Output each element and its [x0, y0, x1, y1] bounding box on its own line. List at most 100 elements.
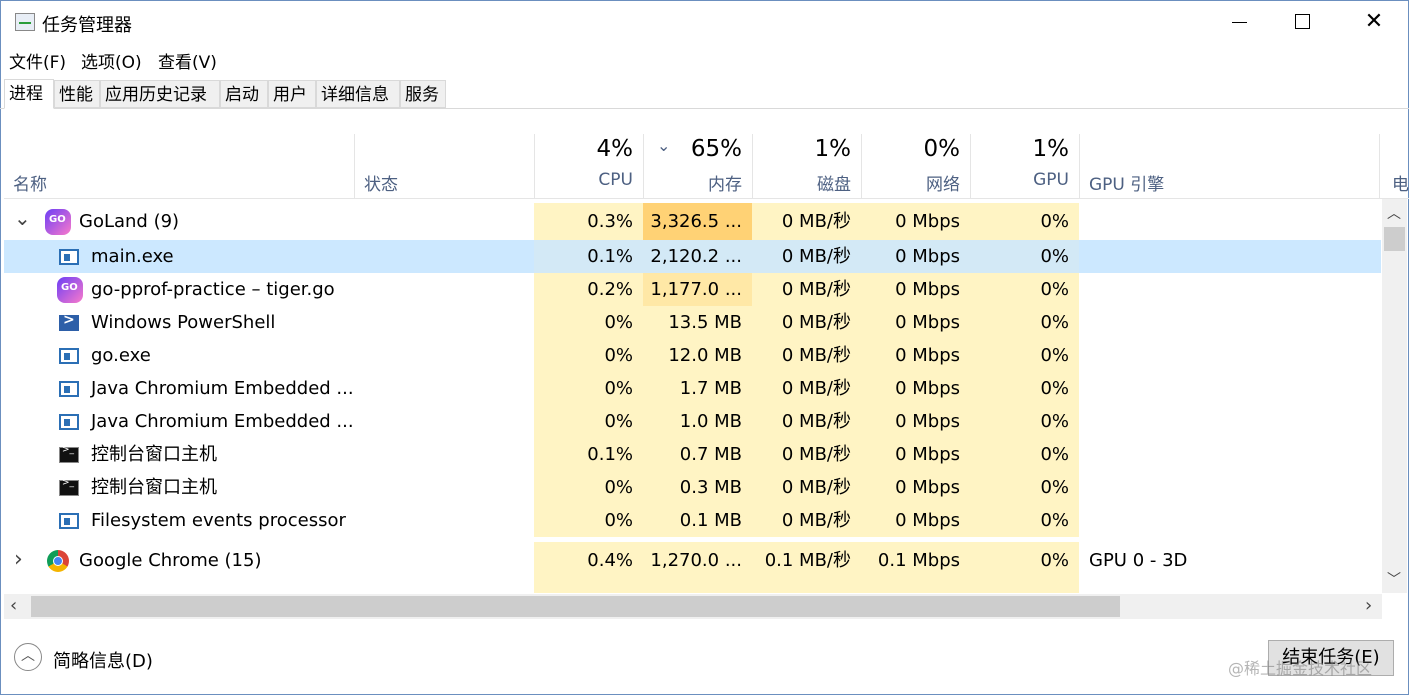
menu-view[interactable]: 查看(V)	[158, 48, 217, 73]
minimize-button[interactable]	[1212, 0, 1268, 44]
col-separator	[1379, 134, 1380, 198]
task-manager-icon	[15, 13, 35, 31]
app-window-icon	[59, 513, 79, 529]
app-window-icon	[59, 381, 79, 397]
table-row[interactable]: 0%0.3 MB0 MB/秒0 Mbps0%控制台窗口主机	[4, 471, 1381, 504]
tab-services[interactable]: 服务	[400, 80, 446, 108]
chevron-down-icon[interactable]: ⌄	[14, 203, 31, 234]
column-header-disk[interactable]: 磁盘	[752, 170, 851, 195]
disk-cell: 0 MB/秒	[752, 339, 861, 372]
disk-cell: 0 MB/秒	[752, 203, 861, 240]
mem-cell: 1.7 MB	[643, 372, 752, 405]
mem-cell: 1,270.0 ...	[643, 542, 752, 579]
process-group-row[interactable]: 0.4% 1,270.0 ... 0.1 MB/秒 0.1 Mbps 0% GPU 0 -…	[4, 542, 1381, 579]
tab-startup[interactable]: 启动	[220, 80, 268, 108]
column-header-gpu-engine[interactable]: GPU 引擎	[1089, 170, 1164, 195]
table-row[interactable]	[4, 579, 1381, 593]
tab-app-history[interactable]: 应用历史记录	[100, 80, 220, 108]
close-button[interactable]: ✕	[1346, 0, 1402, 44]
gpu-cell: 0%	[970, 306, 1079, 339]
disk-cell: 0.1 MB/秒	[752, 542, 861, 579]
net-cell: 0 Mbps	[861, 306, 970, 339]
disk-cell: 0 MB/秒	[752, 240, 861, 273]
cpu-cell: 0%	[534, 504, 643, 537]
network-total-percent[interactable]: 0%	[861, 136, 961, 162]
cpu-cell: 0%	[534, 471, 643, 504]
horizontal-scrollbar[interactable]: ‹ ›	[4, 594, 1382, 619]
process-name: Java Chromium Embedded ...	[91, 411, 354, 432]
tab-processes[interactable]: 进程	[4, 79, 54, 109]
cpu-total-percent[interactable]: 4%	[534, 136, 634, 162]
cpu-cell: 0.4%	[534, 542, 643, 579]
table-row[interactable]: 0% 1.0 MB 0 MB/秒 0 Mbps 0% Java Chromium Embe…	[4, 405, 1381, 438]
net-cell: 0 Mbps	[861, 405, 970, 438]
partial-cell	[970, 579, 1079, 593]
tab-performance[interactable]: 性能	[54, 80, 100, 108]
column-header-memory[interactable]: 内存	[643, 170, 742, 195]
console-icon	[59, 445, 79, 463]
tab-details[interactable]: 详细信息	[316, 80, 400, 108]
watermark: @稀土掘金技术社区	[1228, 659, 1373, 678]
process-name: Google Chrome (15)	[79, 550, 262, 571]
gpu-total-percent[interactable]: 1%	[970, 136, 1070, 162]
disk-cell: 0 MB/秒	[752, 405, 861, 438]
col-separator	[1079, 134, 1080, 198]
disk-cell: 0 MB/秒	[752, 504, 861, 537]
memory-total-percent[interactable]: 65%	[643, 136, 742, 162]
table-row[interactable]: 0% 12.0 MB 0 MB/秒 0 Mbps 0% go.exe	[4, 339, 1381, 372]
partial-cell	[534, 579, 643, 593]
cpu-cell: 0.3%	[534, 203, 643, 240]
maximize-button[interactable]	[1276, 0, 1332, 44]
net-cell: 0 Mbps	[861, 438, 970, 471]
vertical-scroll-thumb[interactable]	[1384, 227, 1405, 251]
process-name: GoLand (9)	[79, 211, 180, 232]
chrome-icon	[47, 550, 69, 572]
gpu-cell: 0%	[970, 504, 1079, 537]
scroll-left-icon[interactable]: ‹	[10, 595, 17, 616]
gpu-cell: 0%	[970, 273, 1079, 306]
gpu-cell: 0%	[970, 471, 1079, 504]
gpu-cell: 0%	[970, 405, 1079, 438]
tab-users[interactable]: 用户	[268, 80, 316, 108]
disk-cell: 0 MB/秒	[752, 273, 861, 306]
table-row[interactable]: 0%13.5 MB0 MB/秒0 Mbps0%Windows PowerShel…	[4, 306, 1381, 339]
column-header-status[interactable]: 状态	[364, 170, 398, 195]
table-row[interactable]: 0% 0.1 MB 0 MB/秒 0 Mbps 0% Filesystem events …	[4, 504, 1381, 537]
partial-cell	[861, 579, 970, 593]
horizontal-scroll-thumb[interactable]	[31, 596, 1120, 617]
gpu-cell: 0%	[970, 542, 1079, 579]
mem-cell: 1,177.0 ...	[643, 273, 752, 306]
process-group-row[interactable]: 0.3%3,326.5 ...0 MB/秒0 Mbps0% ⌄ GoLand (9)	[4, 203, 1381, 240]
col-separator	[354, 134, 355, 198]
column-header-cpu[interactable]: CPU	[534, 170, 633, 190]
vertical-scrollbar[interactable]: ︿ ﹀	[1382, 199, 1407, 593]
table-row[interactable]: 0.1%0.7 MB0 MB/秒0 Mbps0% 控制台窗口主机	[4, 438, 1381, 471]
column-header-power[interactable]: 电	[1392, 170, 1409, 195]
maximize-icon	[1295, 14, 1310, 29]
column-header-gpu[interactable]: GPU	[970, 170, 1069, 190]
process-name: Java Chromium Embedded ...	[91, 378, 354, 399]
chevron-right-icon[interactable]: ›	[14, 544, 23, 575]
menu-file[interactable]: 文件(F)	[9, 48, 66, 73]
scroll-right-icon[interactable]: ›	[1365, 595, 1372, 616]
table-row[interactable]: 0.1% 2,120.2 ... 0 MB/秒 0 Mbps 0% main.exe	[4, 240, 1381, 273]
process-name: go.exe	[91, 345, 151, 366]
disk-total-percent[interactable]: 1%	[752, 136, 852, 162]
column-header-network[interactable]: 网络	[861, 170, 960, 195]
disk-cell: 0 MB/秒	[752, 306, 861, 339]
column-header-name[interactable]: 名称	[13, 170, 47, 195]
net-cell: 0 Mbps	[861, 240, 970, 273]
table-row[interactable]: 0% 1.7 MB 0 MB/秒 0 Mbps 0% Java Chromium Embe…	[4, 372, 1381, 405]
table-row[interactable]: 0.2%1,177.0 ...0 MB/秒0 Mbps0% go-pprof-pr…	[4, 273, 1381, 306]
scroll-up-icon[interactable]: ︿	[1387, 203, 1401, 223]
menu-options[interactable]: 选项(O)	[81, 48, 142, 73]
scroll-down-icon[interactable]: ﹀	[1387, 569, 1401, 589]
partial-cell	[752, 579, 861, 593]
collapse-circle-icon[interactable]: ︿	[14, 643, 42, 671]
net-cell: 0 Mbps	[861, 339, 970, 372]
net-cell: 0 Mbps	[861, 203, 970, 240]
cpu-cell: 0.1%	[534, 438, 643, 471]
fewer-details-link[interactable]: 简略信息(D)	[53, 647, 153, 673]
cpu-cell: 0%	[534, 405, 643, 438]
disk-cell: 0 MB/秒	[752, 471, 861, 504]
